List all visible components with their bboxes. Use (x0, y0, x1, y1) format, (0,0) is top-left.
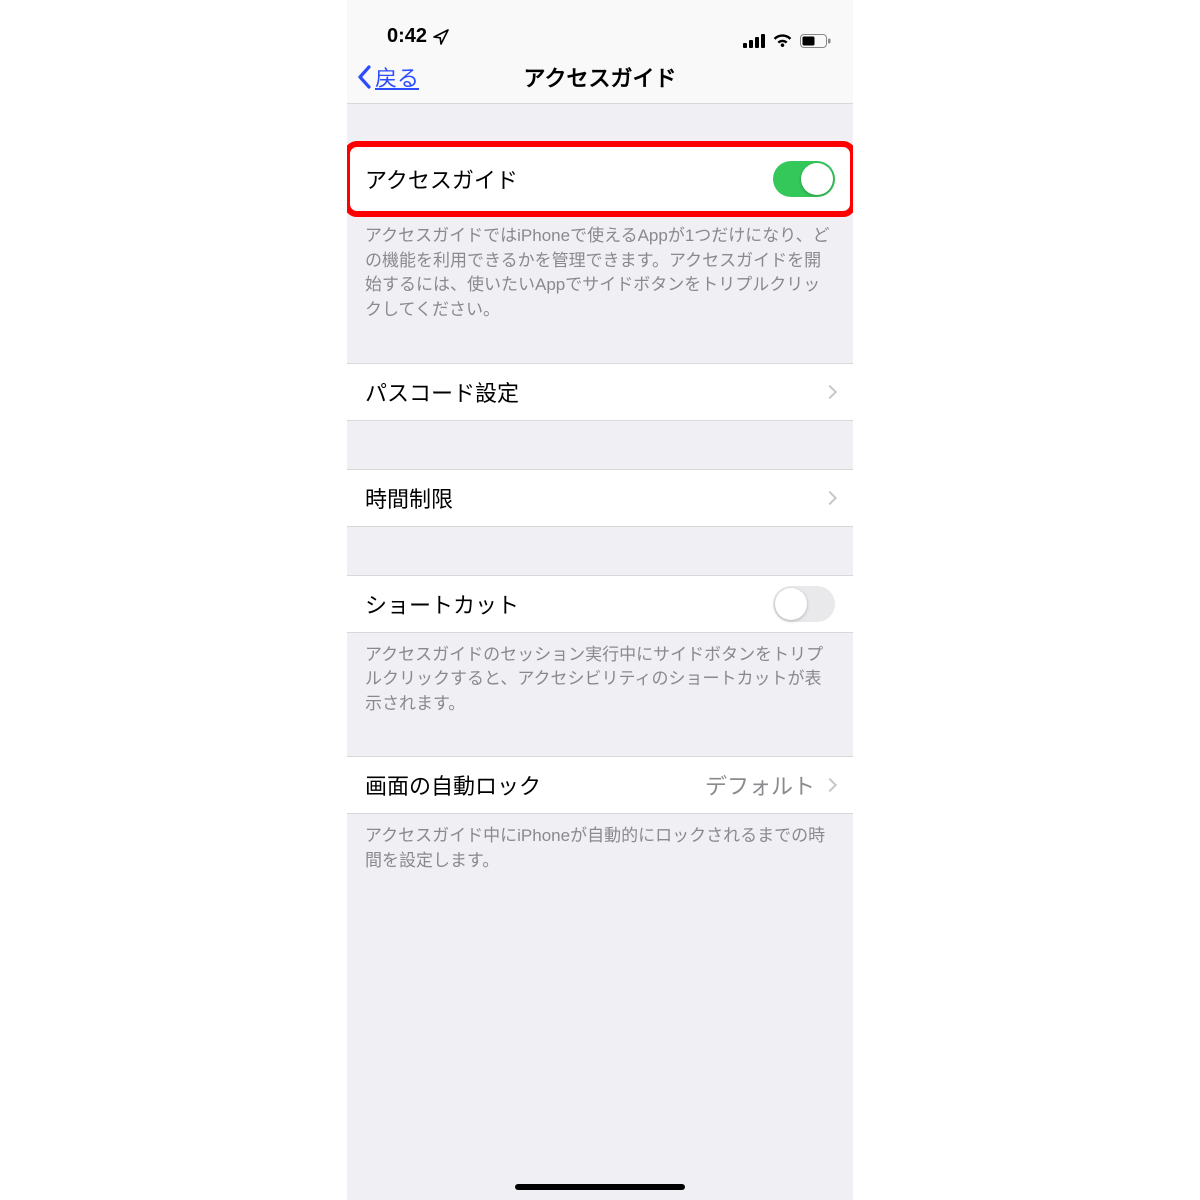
phone-screen: 0:42 戻る アクセスガイド アクセスガイド アクセスガイドではiPhoneで… (347, 0, 853, 1200)
chevron-right-icon (823, 778, 837, 792)
chevron-right-icon (823, 384, 837, 398)
section-gap (347, 421, 853, 469)
back-button[interactable]: 戻る (357, 61, 419, 93)
time-limit-cell[interactable]: 時間制限 (347, 469, 853, 527)
shortcut-cell[interactable]: ショートカット (347, 575, 853, 633)
back-label: 戻る (375, 61, 419, 93)
chevron-left-icon (357, 65, 373, 89)
cell-accessory: デフォルト (705, 769, 835, 801)
section-gap (347, 323, 853, 363)
status-time: 0:42 (387, 25, 427, 48)
cell-accessory (825, 493, 835, 503)
location-arrow-icon (433, 29, 449, 45)
section-gap (347, 104, 853, 144)
access-guide-note: アクセスガイドではiPhoneで使えるAppが1つだけになり、どの機能を利用でき… (347, 214, 853, 323)
auto-lock-note: アクセスガイド中にiPhoneが自動的にロックされるまでの時間を設定します。 (347, 814, 853, 873)
cell-accessory (825, 387, 835, 397)
page-title: アクセスガイド (347, 61, 853, 93)
status-left: 0:42 (387, 25, 449, 48)
section-gap (347, 716, 853, 756)
section-gap (347, 527, 853, 575)
time-limit-label: 時間制限 (365, 482, 453, 514)
shortcut-toggle[interactable] (773, 586, 835, 622)
home-indicator[interactable] (515, 1184, 685, 1190)
access-guide-cell[interactable]: アクセスガイド (347, 144, 853, 214)
toggle-knob (775, 588, 807, 620)
cellular-signal-icon (743, 34, 765, 48)
auto-lock-label: 画面の自動ロック (365, 769, 541, 801)
toggle-knob (801, 163, 833, 195)
wifi-icon (772, 33, 793, 48)
access-guide-toggle[interactable] (773, 161, 835, 197)
nav-bar: 戻る アクセスガイド (347, 50, 853, 104)
passcode-cell[interactable]: パスコード設定 (347, 363, 853, 421)
access-guide-label: アクセスガイド (365, 163, 518, 195)
passcode-label: パスコード設定 (365, 376, 519, 408)
status-right (743, 33, 831, 48)
shortcut-label: ショートカット (365, 588, 519, 620)
shortcut-note: アクセスガイドのセッション実行中にサイドボタンをトリプルクリックすると、アクセシ… (347, 633, 853, 717)
chevron-right-icon (823, 490, 837, 504)
status-bar: 0:42 (347, 0, 853, 50)
battery-icon (800, 34, 831, 48)
auto-lock-value: デフォルト (705, 769, 815, 801)
auto-lock-cell[interactable]: 画面の自動ロック デフォルト (347, 756, 853, 814)
